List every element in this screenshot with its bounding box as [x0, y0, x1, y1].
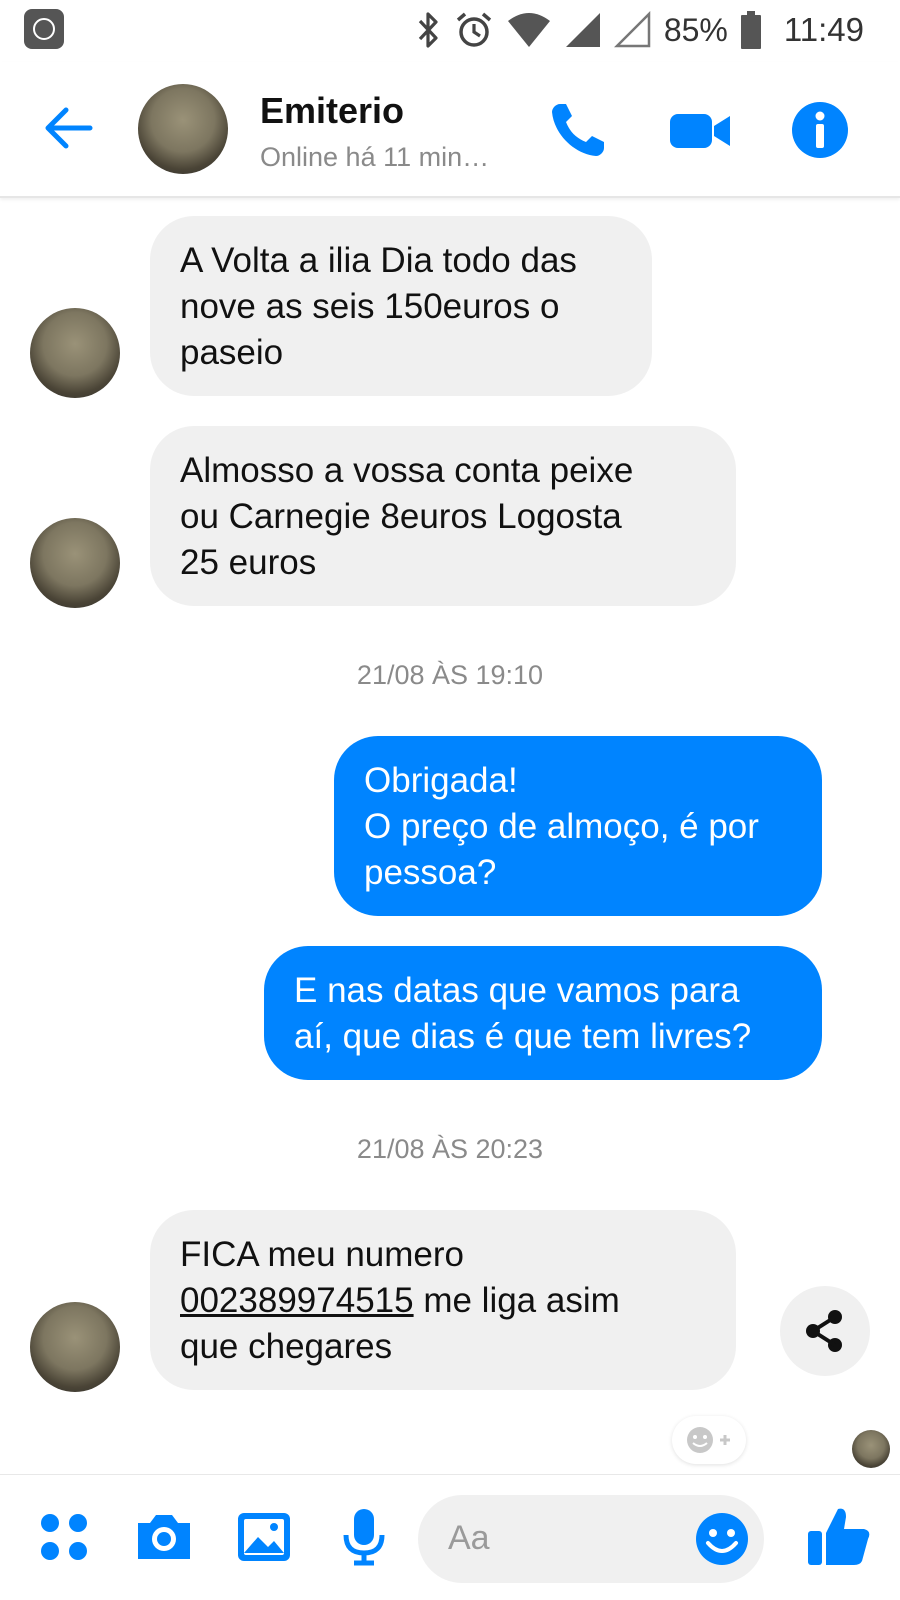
timestamp-divider: 21/08 ÀS 20:23 [356, 1134, 544, 1164]
wifi-icon [507, 13, 550, 47]
sender-avatar[interactable] [30, 518, 120, 608]
timestamp-divider: 21/08 ÀS 19:10 [356, 660, 544, 690]
message-bubble-outgoing[interactable]: Obrigada! O preço de almoço, é por pesso… [334, 736, 822, 916]
sender-avatar[interactable] [30, 1302, 120, 1392]
message-text-line: ou Carnegie 8euros Logosta [180, 497, 622, 536]
message-text-line: FICA meu numero [180, 1235, 464, 1274]
back-arrow-icon[interactable] [38, 98, 98, 158]
emoji-icon[interactable] [690, 1507, 754, 1571]
message-text-line: 25 euros [180, 543, 317, 582]
camera-icon[interactable] [132, 1505, 196, 1569]
add-reaction-icon [687, 1427, 730, 1453]
signal-icon [565, 13, 600, 47]
contact-avatar[interactable] [138, 84, 228, 174]
message-text-line: pessoa? [364, 853, 497, 892]
message-text-line: que chegares [180, 1327, 393, 1366]
bluetooth-icon [418, 12, 438, 48]
more-icon[interactable] [32, 1505, 96, 1569]
gallery-icon[interactable] [232, 1505, 296, 1569]
presence-status: Online há 11 min… [260, 142, 490, 172]
message-text-line: Almosso a vossa conta peixe [180, 451, 634, 490]
message-bubble-incoming[interactable]: Almosso a vossa conta peixe ou Carnegie … [150, 426, 736, 606]
conversation-header: Emiterio Online há 11 min… [0, 62, 900, 198]
status-bar: 85% 11:49 [0, 0, 900, 62]
message-bubble-outgoing[interactable]: E nas datas que vamos para aí, que dias … [264, 946, 822, 1080]
sender-avatar[interactable] [30, 308, 120, 398]
mi-logo-icon [24, 9, 64, 49]
signal-empty-icon [613, 11, 651, 48]
phone-number-link[interactable]: 002389974515 [180, 1281, 414, 1320]
message-input-placeholder: Aa [448, 1519, 490, 1557]
message-text-fragment: me liga asim [413, 1281, 620, 1320]
microphone-icon[interactable] [332, 1505, 396, 1569]
composer-bar: Aa [0, 1474, 900, 1600]
message-bubble-incoming[interactable]: A Volta a ilia Dia todo das nove as seis… [150, 216, 652, 396]
status-icons: 85% 11:49 [414, 8, 864, 52]
battery-icon [740, 11, 761, 49]
video-camera-icon[interactable] [668, 98, 732, 162]
message-text-line: aí, que dias é que tem livres? [294, 1017, 752, 1056]
alarm-icon [456, 12, 491, 47]
message-text-line: Obrigada! [364, 761, 518, 800]
message-text-line: E nas datas que vamos para [294, 971, 740, 1010]
seen-avatar [852, 1430, 890, 1468]
message-text-line: O preço de almoço, é por [364, 807, 759, 846]
message-text-line: A Volta a ilia Dia todo das [180, 241, 577, 280]
message-input[interactable]: Aa [418, 1495, 764, 1583]
thumbs-up-icon[interactable] [804, 1501, 874, 1571]
info-icon[interactable] [788, 98, 852, 162]
contact-name[interactable]: Emiterio [260, 90, 404, 132]
clock: 11:49 [783, 11, 864, 48]
share-icon [806, 1310, 842, 1352]
message-text-line: 002389974515 me liga asim [180, 1278, 706, 1324]
share-button[interactable] [780, 1286, 870, 1376]
phone-icon[interactable] [546, 98, 610, 162]
battery-percent: 85% [663, 11, 728, 48]
message-text-line: nove as seis 150euros o [180, 287, 560, 326]
add-reaction-button[interactable] [672, 1416, 746, 1464]
message-text-line: paseio [180, 333, 284, 372]
message-bubble-incoming[interactable]: FICA meu numero 002389974515 me liga asi… [150, 1210, 736, 1390]
